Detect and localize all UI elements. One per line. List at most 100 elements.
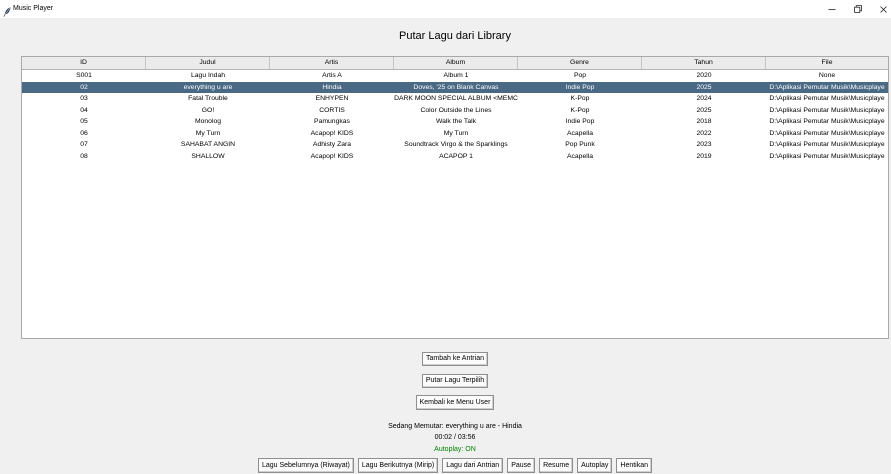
table-cell-year: 2019: [696, 152, 712, 160]
table-row[interactable]: 06 My Turn Acapop! KIDS My Turn Acapella 2022…: [22, 128, 888, 140]
table-body: S001 Lagu Indah Artis A Album 1 Pop 2020 None 0…: [22, 70, 888, 162]
table-cell-id: S001: [76, 72, 92, 79]
table-cell-id: 07: [80, 141, 88, 148]
window-title: Music Player: [13, 5, 54, 12]
table-cell-id: 04: [80, 106, 88, 114]
column-header-artist[interactable]: Artis: [270, 57, 394, 69]
table-cell-title: SHALLOW: [191, 152, 225, 160]
minimize-button[interactable]: [819, 0, 845, 18]
table-cell-file: D:\Aplikasi Pemutar Musik\Musicplaye: [769, 141, 885, 148]
table-cell-year: 2025: [696, 106, 712, 114]
title-bar[interactable]: Music Player: [0, 0, 891, 18]
play-selected-button[interactable]: Putar Lagu Terpilih: [421, 374, 489, 388]
table-cell-file: D:\Aplikasi Pemutar Musik\Musicplaye: [769, 83, 885, 91]
table-cell-artist: Acapop! KIDS: [310, 152, 354, 160]
table-cell-artist: Adhisty Zara: [312, 141, 352, 148]
close-icon: [880, 5, 887, 13]
table-cell-album: DARK MOON SPECIAL ALBUM <MEMC: [394, 95, 518, 102]
table-cell-genre: Pop: [573, 72, 587, 79]
resume-button[interactable]: Resume: [539, 458, 574, 473]
feather-icon: [3, 4, 11, 17]
minimize-icon: [828, 9, 836, 10]
table-cell-title: Lagu Indah: [190, 72, 226, 79]
restore-icon: [854, 5, 862, 13]
table-cell-artist: CORTIS: [319, 106, 345, 114]
table-cell-id: 02: [80, 83, 88, 91]
table-cell-id: 06: [80, 129, 88, 137]
table-row[interactable]: 04 GO! CORTIS Color Outside the Lines K-Pop 2…: [22, 105, 888, 117]
table-cell-id: 08: [80, 152, 88, 160]
table-cell-year: 2022: [696, 129, 712, 137]
column-header-title[interactable]: Judul: [146, 57, 270, 69]
autoplay-status: Autoplay: ON: [434, 446, 476, 453]
table-cell-artist: Acapop! KIDS: [310, 129, 354, 137]
column-header-album[interactable]: Album: [394, 57, 518, 69]
play-from-queue-button[interactable]: Lagu dari Antrian: [442, 458, 504, 473]
table-cell-artist: Hindia: [322, 83, 342, 91]
table-cell-genre: Acapella: [566, 129, 594, 137]
now-playing-label: Sedang Memutar: everything u are - Hindi…: [388, 423, 522, 430]
back-to-menu-button[interactable]: Kembali ke Menu User: [415, 395, 495, 410]
table-cell-title: Fatal Trouble: [188, 95, 228, 102]
column-header-id[interactable]: ID: [22, 57, 146, 69]
table-cell-file: D:\Aplikasi Pemutar Musik\Musicplaye: [769, 95, 885, 102]
table-row[interactable]: 05 Monolog Pamungkas Walk the Talk Indie Pop…: [22, 116, 888, 128]
restore-button[interactable]: [845, 0, 871, 18]
table-row[interactable]: 02 everything u are Hindia Doves, '25 on Bl…: [22, 81, 888, 93]
table-cell-album: Album 1: [443, 72, 469, 79]
table-cell-title: everything u are: [183, 83, 233, 91]
table-cell-genre: Indie Pop: [565, 118, 595, 125]
add-to-queue-button[interactable]: Tambah ke Antrian: [422, 352, 488, 366]
column-header-genre[interactable]: Genre: [518, 57, 642, 69]
table-cell-artist: Pamungkas: [314, 118, 350, 125]
playback-controls: Lagu Sebelumnya (Riwayat) Lagu Berikutny…: [155, 458, 755, 473]
pause-button[interactable]: Pause: [507, 458, 536, 473]
table-cell-genre: Pop Punk: [565, 141, 595, 148]
stop-button[interactable]: Hentikan: [616, 458, 653, 473]
next-similar-button[interactable]: Lagu Berikutnya (Mirip): [357, 458, 439, 473]
close-button[interactable]: [871, 0, 891, 18]
table-cell-album: Soundtrack Virgo & the Sparklings: [404, 141, 508, 148]
table-cell-genre: Indie Pop: [565, 83, 595, 91]
table-cell-title: GO!: [201, 106, 215, 114]
table-cell-year: 2023: [696, 141, 712, 148]
table-cell-album: Color Outside the Lines: [420, 106, 492, 114]
table-cell-year: 2025: [696, 83, 712, 91]
table-cell-genre: K-Pop: [570, 106, 590, 114]
add-queue-row: Tambah ke Antrian: [255, 347, 655, 366]
table-cell-file: None: [818, 72, 836, 79]
column-header-file[interactable]: File: [766, 57, 888, 69]
table-row[interactable]: 07 SAHABAT ANGIN Adhisty Zara Soundtrack Vi…: [22, 139, 888, 151]
table-cell-file: D:\Aplikasi Pemutar Musik\Musicplaye: [769, 118, 885, 125]
table-cell-file: D:\Aplikasi Pemutar Musik\Musicplaye: [769, 129, 885, 137]
playback-time: 00:02 / 03:56: [434, 434, 476, 441]
page-title: Putar Lagu dari Library: [399, 30, 511, 42]
table-row[interactable]: 03 Fatal Trouble ENHYPEN DARK MOON SPECIAL …: [22, 93, 888, 105]
column-header-year[interactable]: Tahun: [642, 57, 766, 69]
table-row[interactable]: 08 SHALLOW Acapop! KIDS ACAPOP 1 Acapella 201…: [22, 151, 888, 163]
table-cell-file: D:\Aplikasi Pemutar Musik\Musicplaye: [769, 106, 885, 114]
table-cell-album: Doves, '25 on Blank Canvas: [413, 83, 499, 91]
table-cell-year: 2024: [696, 95, 712, 102]
table-cell-title: My Turn: [195, 129, 221, 137]
table-cell-title: Monolog: [194, 118, 222, 125]
music-player-window: Music Player Putar Lagu dari Library ID …: [0, 0, 891, 474]
table-cell-album: Walk the Talk: [435, 118, 477, 125]
table-cell-year: 2018: [696, 118, 712, 125]
table-header: ID Judul Artis Album Genre Tahun File: [22, 57, 888, 70]
table-cell-year: 2020: [696, 72, 712, 79]
table-cell-album: My Turn: [443, 129, 469, 137]
library-table[interactable]: ID Judul Artis Album Genre Tahun File S0…: [21, 56, 889, 339]
table-cell-album: ACAPOP 1: [439, 152, 473, 160]
autoplay-button[interactable]: Autoplay: [577, 458, 613, 473]
table-cell-id: 05: [80, 118, 88, 125]
table-cell-artist: ENHYPEN: [315, 95, 349, 102]
table-cell-file: D:\Aplikasi Pemutar Musik\Musicplaye: [769, 152, 885, 160]
table-cell-genre: K-Pop: [570, 95, 590, 102]
table-cell-id: 03: [80, 95, 88, 102]
table-row[interactable]: S001 Lagu Indah Artis A Album 1 Pop 2020 None: [22, 70, 888, 82]
table-cell-title: SAHABAT ANGIN: [180, 141, 236, 148]
previous-history-button[interactable]: Lagu Sebelumnya (Riwayat): [257, 458, 354, 473]
back-menu-row: Kembali ke Menu User: [255, 391, 655, 410]
play-selected-row: Putar Lagu Terpilih: [255, 369, 655, 388]
